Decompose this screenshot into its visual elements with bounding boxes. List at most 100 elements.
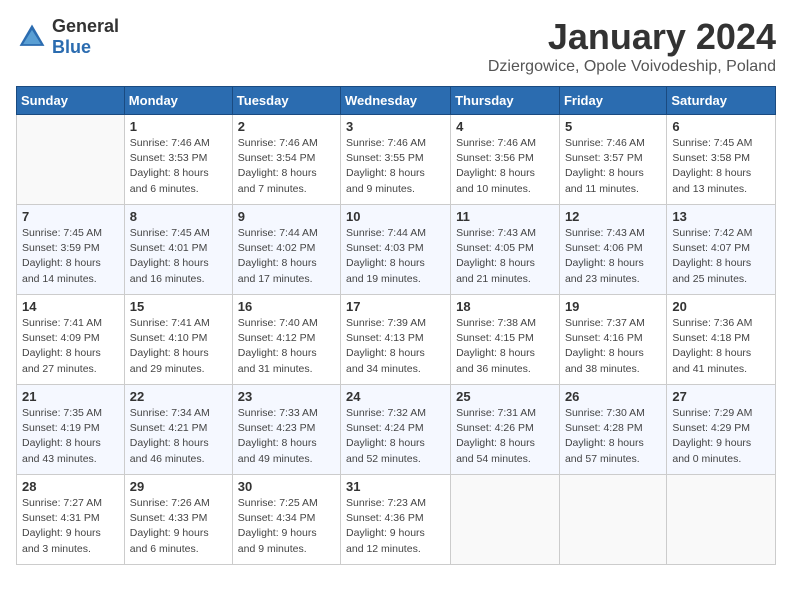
day-info: Sunrise: 7:46 AMSunset: 3:55 PMDaylight:… bbox=[346, 136, 445, 197]
calendar-cell: 27 Sunrise: 7:29 AMSunset: 4:29 PMDayligh… bbox=[667, 385, 776, 475]
day-info: Sunrise: 7:40 AMSunset: 4:12 PMDaylight:… bbox=[238, 316, 335, 377]
day-number: 15 bbox=[130, 299, 227, 314]
calendar-cell: 15Sunrise: 7:41 AMSunset: 4:10 PMDayligh… bbox=[124, 295, 232, 385]
col-header-friday: Friday bbox=[559, 87, 666, 115]
calendar-cell: 10 Sunrise: 7:44 AMSunset: 4:03 PMDayligh… bbox=[341, 205, 451, 295]
logo-text-blue: Blue bbox=[52, 37, 91, 57]
calendar-cell bbox=[17, 115, 125, 205]
day-info: Sunrise: 7:46 AMSunset: 3:54 PMDaylight:… bbox=[238, 136, 335, 197]
calendar-title: January 2024 bbox=[488, 16, 776, 58]
calendar-cell bbox=[559, 475, 666, 565]
logo: General Blue bbox=[16, 16, 119, 58]
calendar-cell: 5Sunrise: 7:46 AMSunset: 3:57 PMDaylight… bbox=[559, 115, 666, 205]
calendar-subtitle: Dziergowice, Opole Voivodeship, Poland bbox=[488, 58, 776, 76]
day-number: 22 bbox=[130, 389, 227, 404]
calendar-cell: 7 Sunrise: 7:45 AMSunset: 3:59 PMDaylight… bbox=[17, 205, 125, 295]
day-info: Sunrise: 7:32 AMSunset: 4:24 PMDaylight:… bbox=[346, 406, 445, 467]
day-number: 7 bbox=[22, 209, 119, 224]
day-number: 12 bbox=[565, 209, 661, 224]
col-header-tuesday: Tuesday bbox=[232, 87, 340, 115]
calendar-cell bbox=[667, 475, 776, 565]
day-number: 10 bbox=[346, 209, 445, 224]
day-number: 27 bbox=[672, 389, 770, 404]
day-info: Sunrise: 7:26 AMSunset: 4:33 PMDaylight:… bbox=[130, 496, 227, 557]
day-info: Sunrise: 7:27 AMSunset: 4:31 PMDaylight:… bbox=[22, 496, 119, 557]
logo-text-general: General bbox=[52, 16, 119, 36]
day-info: Sunrise: 7:34 AMSunset: 4:21 PMDaylight:… bbox=[130, 406, 227, 467]
day-info: Sunrise: 7:39 AMSunset: 4:13 PMDaylight:… bbox=[346, 316, 445, 377]
calendar-cell: 23 Sunrise: 7:33 AMSunset: 4:23 PMDayligh… bbox=[232, 385, 340, 475]
calendar-cell: 8Sunrise: 7:45 AMSunset: 4:01 PMDaylight… bbox=[124, 205, 232, 295]
calendar-cell: 9Sunrise: 7:44 AMSunset: 4:02 PMDaylight… bbox=[232, 205, 340, 295]
calendar-cell: 11 Sunrise: 7:43 AMSunset: 4:05 PMDayligh… bbox=[451, 205, 560, 295]
day-number: 3 bbox=[346, 119, 445, 134]
day-info: Sunrise: 7:42 AMSunset: 4:07 PMDaylight:… bbox=[672, 226, 770, 287]
day-info: Sunrise: 7:45 AMSunset: 3:58 PMDaylight:… bbox=[672, 136, 770, 197]
calendar-cell: 31Sunrise: 7:23 AMSunset: 4:36 PMDayligh… bbox=[341, 475, 451, 565]
col-header-thursday: Thursday bbox=[451, 87, 560, 115]
calendar-cell bbox=[451, 475, 560, 565]
day-number: 19 bbox=[565, 299, 661, 314]
col-header-monday: Monday bbox=[124, 87, 232, 115]
day-number: 11 bbox=[456, 209, 554, 224]
calendar-cell: 28 Sunrise: 7:27 AMSunset: 4:31 PMDayligh… bbox=[17, 475, 125, 565]
logo-icon bbox=[16, 21, 48, 53]
day-info: Sunrise: 7:23 AMSunset: 4:36 PMDaylight:… bbox=[346, 496, 445, 557]
day-number: 21 bbox=[22, 389, 119, 404]
day-number: 2 bbox=[238, 119, 335, 134]
day-info: Sunrise: 7:43 AMSunset: 4:05 PMDaylight:… bbox=[456, 226, 554, 287]
day-number: 6 bbox=[672, 119, 770, 134]
calendar-table: SundayMondayTuesdayWednesdayThursdayFrid… bbox=[16, 86, 776, 565]
day-info: Sunrise: 7:37 AMSunset: 4:16 PMDaylight:… bbox=[565, 316, 661, 377]
calendar-cell: 12 Sunrise: 7:43 AMSunset: 4:06 PMDayligh… bbox=[559, 205, 666, 295]
day-info: Sunrise: 7:46 AMSunset: 3:57 PMDaylight:… bbox=[565, 136, 661, 197]
day-number: 28 bbox=[22, 479, 119, 494]
day-info: Sunrise: 7:31 AMSunset: 4:26 PMDaylight:… bbox=[456, 406, 554, 467]
day-info: Sunrise: 7:25 AMSunset: 4:34 PMDaylight:… bbox=[238, 496, 335, 557]
calendar-cell: 20Sunrise: 7:36 AMSunset: 4:18 PMDayligh… bbox=[667, 295, 776, 385]
day-number: 25 bbox=[456, 389, 554, 404]
calendar-cell: 6 Sunrise: 7:45 AMSunset: 3:58 PMDaylight… bbox=[667, 115, 776, 205]
day-info: Sunrise: 7:38 AMSunset: 4:15 PMDaylight:… bbox=[456, 316, 554, 377]
calendar-cell: 4 Sunrise: 7:46 AMSunset: 3:56 PMDaylight… bbox=[451, 115, 560, 205]
day-info: Sunrise: 7:43 AMSunset: 4:06 PMDaylight:… bbox=[565, 226, 661, 287]
day-number: 13 bbox=[672, 209, 770, 224]
calendar-cell: 21Sunrise: 7:35 AMSunset: 4:19 PMDayligh… bbox=[17, 385, 125, 475]
day-number: 16 bbox=[238, 299, 335, 314]
calendar-cell: 3 Sunrise: 7:46 AMSunset: 3:55 PMDaylight… bbox=[341, 115, 451, 205]
calendar-cell: 18 Sunrise: 7:38 AMSunset: 4:15 PMDayligh… bbox=[451, 295, 560, 385]
col-header-wednesday: Wednesday bbox=[341, 87, 451, 115]
calendar-cell: 13 Sunrise: 7:42 AMSunset: 4:07 PMDayligh… bbox=[667, 205, 776, 295]
calendar-cell: 14 Sunrise: 7:41 AMSunset: 4:09 PMDayligh… bbox=[17, 295, 125, 385]
day-number: 26 bbox=[565, 389, 661, 404]
day-info: Sunrise: 7:44 AMSunset: 4:03 PMDaylight:… bbox=[346, 226, 445, 287]
calendar-cell: 16 Sunrise: 7:40 AMSunset: 4:12 PMDayligh… bbox=[232, 295, 340, 385]
day-info: Sunrise: 7:30 AMSunset: 4:28 PMDaylight:… bbox=[565, 406, 661, 467]
day-info: Sunrise: 7:29 AMSunset: 4:29 PMDaylight:… bbox=[672, 406, 770, 467]
col-header-sunday: Sunday bbox=[17, 87, 125, 115]
title-section: January 2024 Dziergowice, Opole Voivodes… bbox=[488, 16, 776, 76]
day-number: 4 bbox=[456, 119, 554, 134]
day-number: 23 bbox=[238, 389, 335, 404]
calendar-cell: 19 Sunrise: 7:37 AMSunset: 4:16 PMDayligh… bbox=[559, 295, 666, 385]
calendar-cell: 26 Sunrise: 7:30 AMSunset: 4:28 PMDayligh… bbox=[559, 385, 666, 475]
col-header-saturday: Saturday bbox=[667, 87, 776, 115]
day-info: Sunrise: 7:41 AMSunset: 4:09 PMDaylight:… bbox=[22, 316, 119, 377]
calendar-cell: 17 Sunrise: 7:39 AMSunset: 4:13 PMDayligh… bbox=[341, 295, 451, 385]
day-number: 24 bbox=[346, 389, 445, 404]
day-info: Sunrise: 7:45 AMSunset: 4:01 PMDaylight:… bbox=[130, 226, 227, 287]
day-info: Sunrise: 7:46 AMSunset: 3:56 PMDaylight:… bbox=[456, 136, 554, 197]
calendar-cell: 22 Sunrise: 7:34 AMSunset: 4:21 PMDayligh… bbox=[124, 385, 232, 475]
day-info: Sunrise: 7:44 AMSunset: 4:02 PMDaylight:… bbox=[238, 226, 335, 287]
day-info: Sunrise: 7:33 AMSunset: 4:23 PMDaylight:… bbox=[238, 406, 335, 467]
calendar-cell: 24 Sunrise: 7:32 AMSunset: 4:24 PMDayligh… bbox=[341, 385, 451, 475]
calendar-cell: 2 Sunrise: 7:46 AMSunset: 3:54 PMDaylight… bbox=[232, 115, 340, 205]
day-info: Sunrise: 7:45 AMSunset: 3:59 PMDaylight:… bbox=[22, 226, 119, 287]
calendar-cell: 30Sunrise: 7:25 AMSunset: 4:34 PMDayligh… bbox=[232, 475, 340, 565]
day-number: 14 bbox=[22, 299, 119, 314]
day-info: Sunrise: 7:46 AMSunset: 3:53 PMDaylight:… bbox=[130, 136, 227, 197]
day-number: 29 bbox=[130, 479, 227, 494]
day-number: 18 bbox=[456, 299, 554, 314]
day-number: 17 bbox=[346, 299, 445, 314]
day-info: Sunrise: 7:36 AMSunset: 4:18 PMDaylight:… bbox=[672, 316, 770, 377]
